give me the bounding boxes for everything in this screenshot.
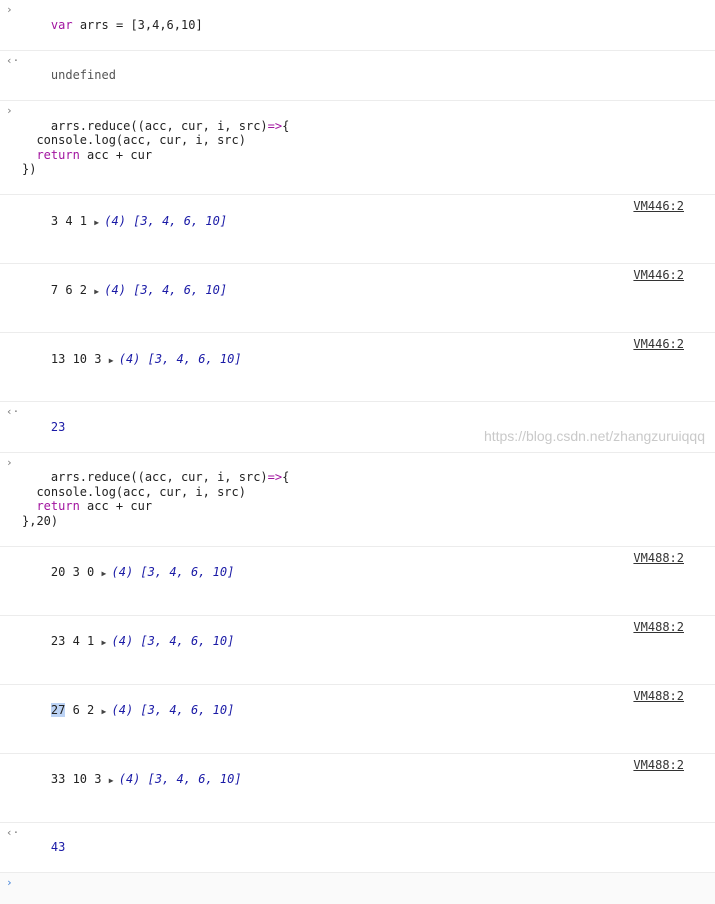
array-preview[interactable]: (4) [3, 4, 6, 10] (104, 214, 227, 228)
array-contents: [3, 4, 6, 10] (133, 213, 228, 228)
console-input-block: › arrs.reduce((acc, cur, i, src)=>{ conso… (0, 452, 715, 547)
code-text: console.log(acc, cur, i, src) (22, 133, 246, 147)
keyword-return: return (36, 499, 80, 513)
console-log-line: 13 10 3 ▶ (4) [3, 4, 6, 10] VM446:2 (0, 333, 715, 402)
expand-triangle-icon[interactable]: ▶ (94, 285, 104, 300)
array-length: (4) (111, 703, 134, 717)
array-contents: [3, 4, 6, 10] (140, 634, 235, 648)
expand-triangle-icon[interactable]: ▶ (94, 216, 104, 231)
devtools-console: { "rows": [ {"kind":"input","gutter":"›"… (0, 0, 715, 889)
log-values: 20 3 0 (50, 565, 95, 579)
input-prompt-icon: › (6, 455, 13, 469)
input-prompt-icon: › (6, 3, 13, 16)
expand-triangle-icon[interactable]: ▶ (102, 705, 112, 720)
log-values: 33 10 3 (50, 772, 102, 786)
code-text: acc + cur (79, 147, 153, 162)
log-values: 13 10 3 (50, 351, 102, 366)
source-link[interactable]: VM488:2 (633, 758, 684, 773)
array-contents: [3, 4, 6, 10] (140, 565, 235, 579)
result-arrow-icon: ‹· (6, 825, 20, 839)
result-value: 43 (50, 840, 66, 854)
array-contents: [3, 4, 6, 10] (147, 772, 242, 786)
expand-triangle-icon[interactable]: ▶ (102, 567, 112, 582)
array-length: (4) (111, 565, 134, 579)
code-text: acc + cur (79, 499, 153, 513)
console-result-line: ‹· 43 (0, 822, 715, 873)
array-preview[interactable]: (4) [3, 4, 6, 10] (119, 352, 242, 366)
console-input-block: › arrs.reduce((acc, cur, i, src)=>{ conso… (0, 101, 715, 195)
source-link[interactable]: VM488:2 (633, 620, 684, 635)
code-text: arrs.reduce((acc, cur, i, src) (50, 118, 268, 133)
log-values: 23 4 1 (50, 634, 95, 648)
console-log-line: 7 6 2 ▶ (4) [3, 4, 6, 10] VM446:2 (0, 264, 715, 333)
prompt-chevron-icon: › (6, 876, 13, 889)
array-contents: [3, 4, 6, 10] (133, 282, 228, 297)
array-preview[interactable]: (4) [3, 4, 6, 10] (112, 703, 235, 717)
array-preview[interactable]: (4) [3, 4, 6, 10] (112, 634, 235, 648)
result-arrow-icon: ‹· (6, 405, 20, 418)
array-preview[interactable]: (4) [3, 4, 6, 10] (104, 283, 227, 297)
arrow-operator: => (267, 470, 283, 484)
console-prompt[interactable]: › (0, 873, 715, 904)
array-length: (4) (111, 634, 134, 648)
array-contents: [3, 4, 6, 10] (147, 351, 242, 366)
console-result-line: ‹· undefined (0, 50, 715, 101)
expand-triangle-icon[interactable]: ▶ (109, 774, 119, 789)
result-value: 23 (50, 419, 66, 434)
console-log-line: 3 4 1 ▶ (4) [3, 4, 6, 10] VM446:2 (0, 195, 715, 264)
source-link[interactable]: VM488:2 (633, 689, 684, 704)
keyword-var: var (50, 17, 73, 32)
code-text: console.log(acc, cur, i, src) (22, 484, 246, 499)
array-length: (4) (118, 772, 141, 786)
console-log-line: 23 4 1 ▶ (4) [3, 4, 6, 10] VM488:2 (0, 615, 715, 685)
console-input-line: › var arrs = [3,4,6,10] (0, 0, 715, 51)
array-literal: [3,4,6,10] (130, 17, 203, 32)
array-length: (4) (118, 351, 141, 366)
input-prompt-icon: › (6, 104, 13, 117)
array-preview[interactable]: (4) [3, 4, 6, 10] (112, 565, 235, 579)
source-link[interactable]: VM446:2 (633, 199, 684, 214)
code-text: }) (22, 162, 37, 176)
result-value: undefined (50, 68, 116, 82)
source-link[interactable]: VM446:2 (633, 337, 684, 352)
array-preview[interactable]: (4) [3, 4, 6, 10] (119, 772, 242, 786)
log-values: 3 4 1 (50, 213, 88, 228)
array-contents: [3, 4, 6, 10] (140, 703, 235, 717)
watermark: https://blog.csdn.net/zhangzuruiqqq (483, 428, 705, 444)
array-length: (4) (104, 282, 126, 297)
source-link[interactable]: VM446:2 (633, 268, 684, 283)
code-text: { (282, 470, 290, 484)
console-log-line: 33 10 3 ▶ (4) [3, 4, 6, 10] VM488:2 (0, 753, 715, 823)
console-output: › var arrs = [3,4,6,10] ‹· undefined › arrs… (0, 0, 715, 904)
code-text: { (282, 118, 290, 133)
array-length: (4) (104, 213, 126, 228)
keyword-return: return (36, 147, 80, 162)
expand-triangle-icon[interactable]: ▶ (109, 354, 119, 369)
expand-triangle-icon[interactable]: ▶ (102, 636, 112, 651)
code-text: arrs.reduce((acc, cur, i, src) (50, 470, 268, 484)
variable-name: arrs (79, 17, 109, 32)
arrow-operator: => (267, 118, 283, 133)
console-log-line: 20 3 0 ▶ (4) [3, 4, 6, 10] VM488:2 (0, 546, 715, 616)
selected-text: 27 (50, 703, 66, 717)
console-log-line: 27 6 2 ▶ (4) [3, 4, 6, 10] VM488:2 (0, 684, 715, 754)
log-values: 7 6 2 (50, 282, 88, 297)
log-values-rest: 6 2 (65, 703, 95, 717)
code-text: },20) (22, 513, 59, 528)
source-link[interactable]: VM488:2 (633, 551, 684, 566)
result-arrow-icon: ‹· (6, 53, 20, 67)
operator: = (115, 17, 124, 32)
